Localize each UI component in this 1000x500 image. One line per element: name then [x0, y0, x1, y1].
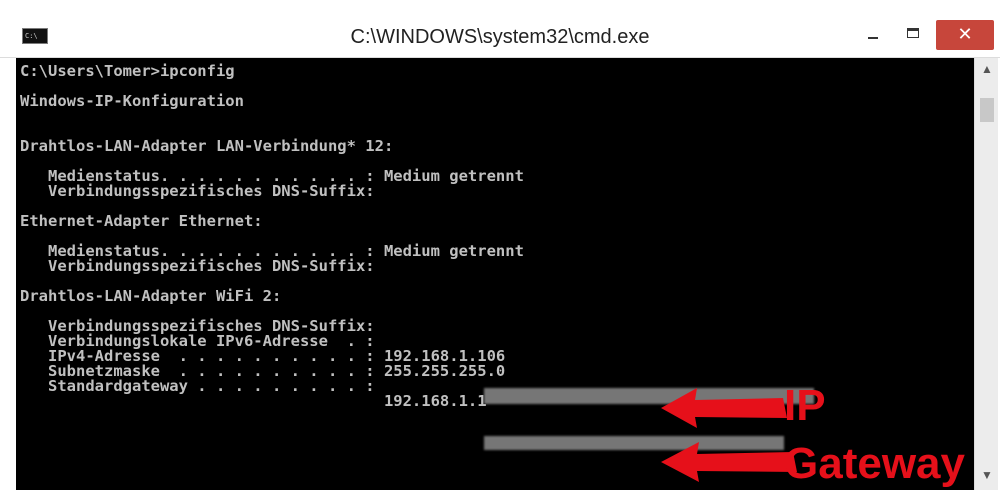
vertical-scrollbar[interactable]: ▲ ▼ — [974, 58, 998, 490]
cmd-window: C:\ C:\WINDOWS\system32\cmd.exe ✕ C:\Use… — [0, 0, 1000, 500]
console-output[interactable]: C:\Users\Tomer>ipconfig Windows-IP-Konfig… — [16, 58, 974, 490]
console-line: Verbindungsspezifisches DNS-Suffix: — [20, 182, 375, 200]
title-bar[interactable]: C:\ C:\WINDOWS\system32\cmd.exe ✕ — [0, 0, 1000, 58]
scroll-thumb[interactable] — [980, 98, 994, 122]
console-text: C:\Users\Tomer>ipconfig Windows-IP-Konfig… — [20, 62, 524, 410]
maximize-button[interactable] — [894, 20, 934, 50]
window-title: C:\WINDOWS\system32\cmd.exe — [350, 26, 650, 48]
ip-arrow-icon — [661, 388, 787, 428]
close-icon: ✕ — [957, 24, 973, 45]
ip-annotation: IP — [784, 381, 826, 430]
console-line: Drahtlos-LAN-Adapter LAN-Verbindung* 12: — [20, 137, 394, 155]
minimize-icon — [868, 37, 878, 39]
console-line: 192.168.1.1 — [20, 392, 487, 410]
maximize-icon — [907, 28, 919, 38]
scroll-down-icon[interactable]: ▼ — [975, 468, 999, 486]
console-line: Verbindungsspezifisches DNS-Suffix: — [20, 257, 375, 275]
console-line: C:\Users\Tomer>ipconfig — [20, 62, 235, 80]
gateway-arrow-icon — [661, 442, 797, 482]
minimize-button[interactable] — [854, 20, 892, 50]
scroll-up-icon[interactable]: ▲ — [975, 62, 999, 80]
console-line: Ethernet-Adapter Ethernet: — [20, 212, 263, 230]
console-line: Windows-IP-Konfiguration — [20, 92, 244, 110]
close-button[interactable]: ✕ — [936, 20, 994, 50]
console-line: Drahtlos-LAN-Adapter WiFi 2: — [20, 287, 282, 305]
gateway-annotation: Gateway — [784, 439, 965, 488]
